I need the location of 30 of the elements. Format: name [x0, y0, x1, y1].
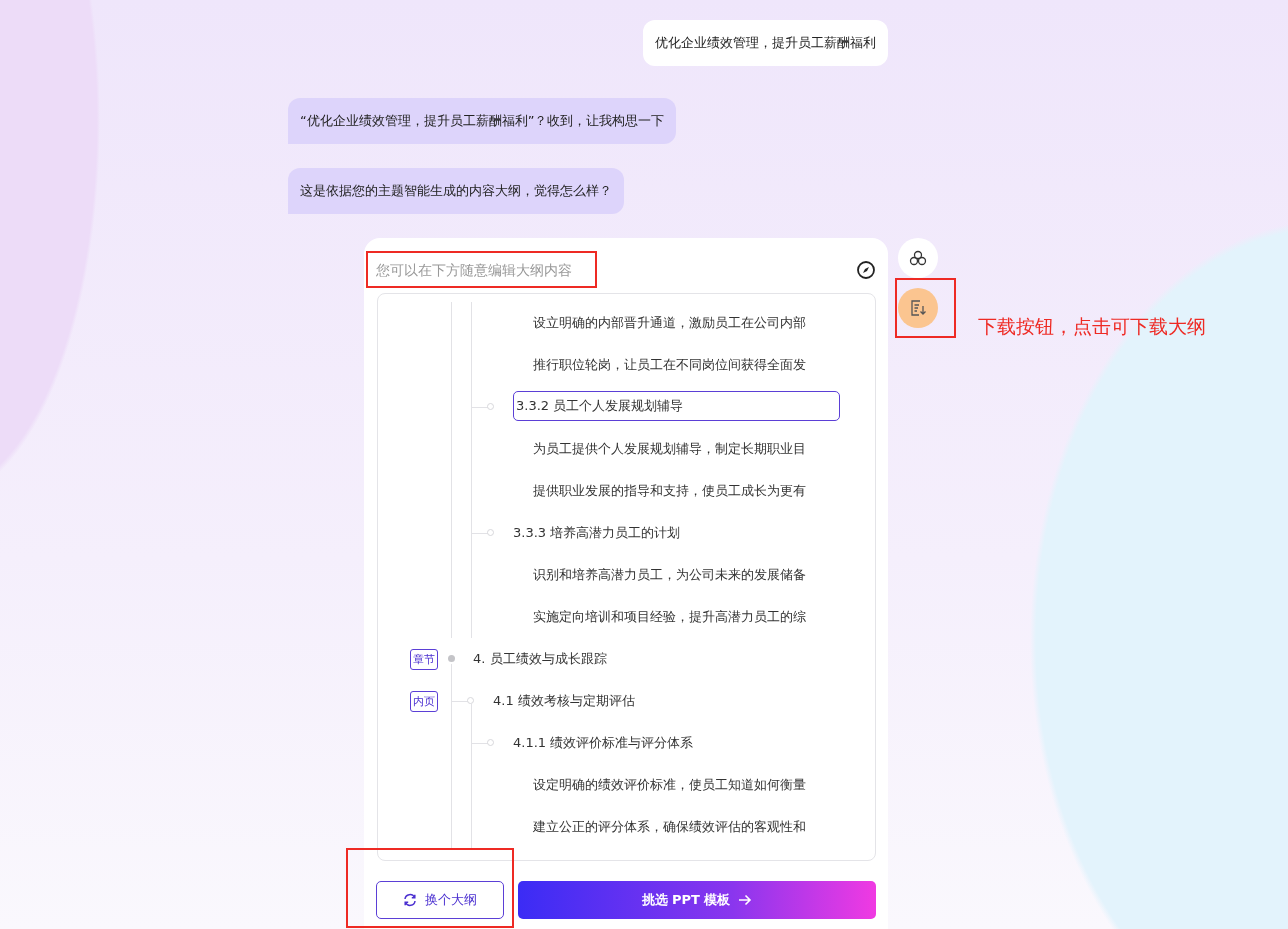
arrow-right-icon — [738, 894, 753, 906]
outline-item[interactable]: 推行职位轮岗，让员工在不同岗位间获得全面发 — [533, 354, 871, 376]
regenerate-button[interactable]: 换个大纲 — [376, 881, 504, 919]
outline-item[interactable]: 3.3.3 培养高潜力员工的计划 — [513, 522, 871, 544]
level-tag: 内页 — [410, 690, 438, 712]
outline-item[interactable]: 建立公正的评分体系，确保绩效评估的客观性和 — [533, 816, 871, 838]
compass-icon[interactable] — [856, 259, 876, 280]
choose-template-button[interactable]: 挑选 PPT 模板 — [518, 881, 876, 919]
level-tag: 章节 — [410, 648, 438, 670]
chat-bubble: 这是依据您的主题智能生成的内容大纲，觉得怎么样？ — [288, 168, 624, 214]
outline-item[interactable]: 设立明确的内部晋升通道，激励员工在公司内部 — [533, 312, 871, 334]
document-download-icon — [909, 299, 927, 317]
outline-item[interactable]: 为员工提供个人发展规划辅导，制定长期职业目 — [533, 438, 871, 460]
outline-item[interactable]: 识别和培养高潜力员工，为公司未来的发展储备 — [533, 564, 871, 586]
circles-icon — [909, 250, 927, 266]
outline-item[interactable]: 4. 员工绩效与成长跟踪 — [473, 648, 871, 670]
tree-node — [448, 655, 455, 662]
theme-button[interactable] — [898, 238, 938, 278]
outline-item[interactable]: 设定明确的绩效评价标准，使员工知道如何衡量 — [533, 774, 871, 796]
refresh-icon — [403, 893, 417, 907]
outline-item[interactable]: 4.1 绩效考核与定期评估 — [493, 690, 871, 712]
outline-item[interactable]: 提供职业发展的指导和支持，使员工成长为更有 — [533, 480, 871, 502]
chat-bubble: “优化企业绩效管理，提升员工薪酬福利”？收到，让我构思一下 — [288, 98, 677, 144]
chat-bubble: 优化企业绩效管理，提升员工薪酬福利 — [643, 20, 888, 66]
outline-item[interactable]: 实施定向培训和项目经验，提升高潜力员工的综 — [533, 606, 871, 628]
outline-item[interactable]: 4.1.1 绩效评价标准与评分体系 — [513, 732, 871, 754]
outline-item[interactable]: 3.3.2 员工个人发展规划辅导 — [513, 391, 840, 421]
download-button[interactable] — [898, 288, 938, 328]
annotation-caption: 下载按钮，点击可下载大纲 — [978, 314, 1206, 339]
annotation-frame — [895, 278, 956, 338]
